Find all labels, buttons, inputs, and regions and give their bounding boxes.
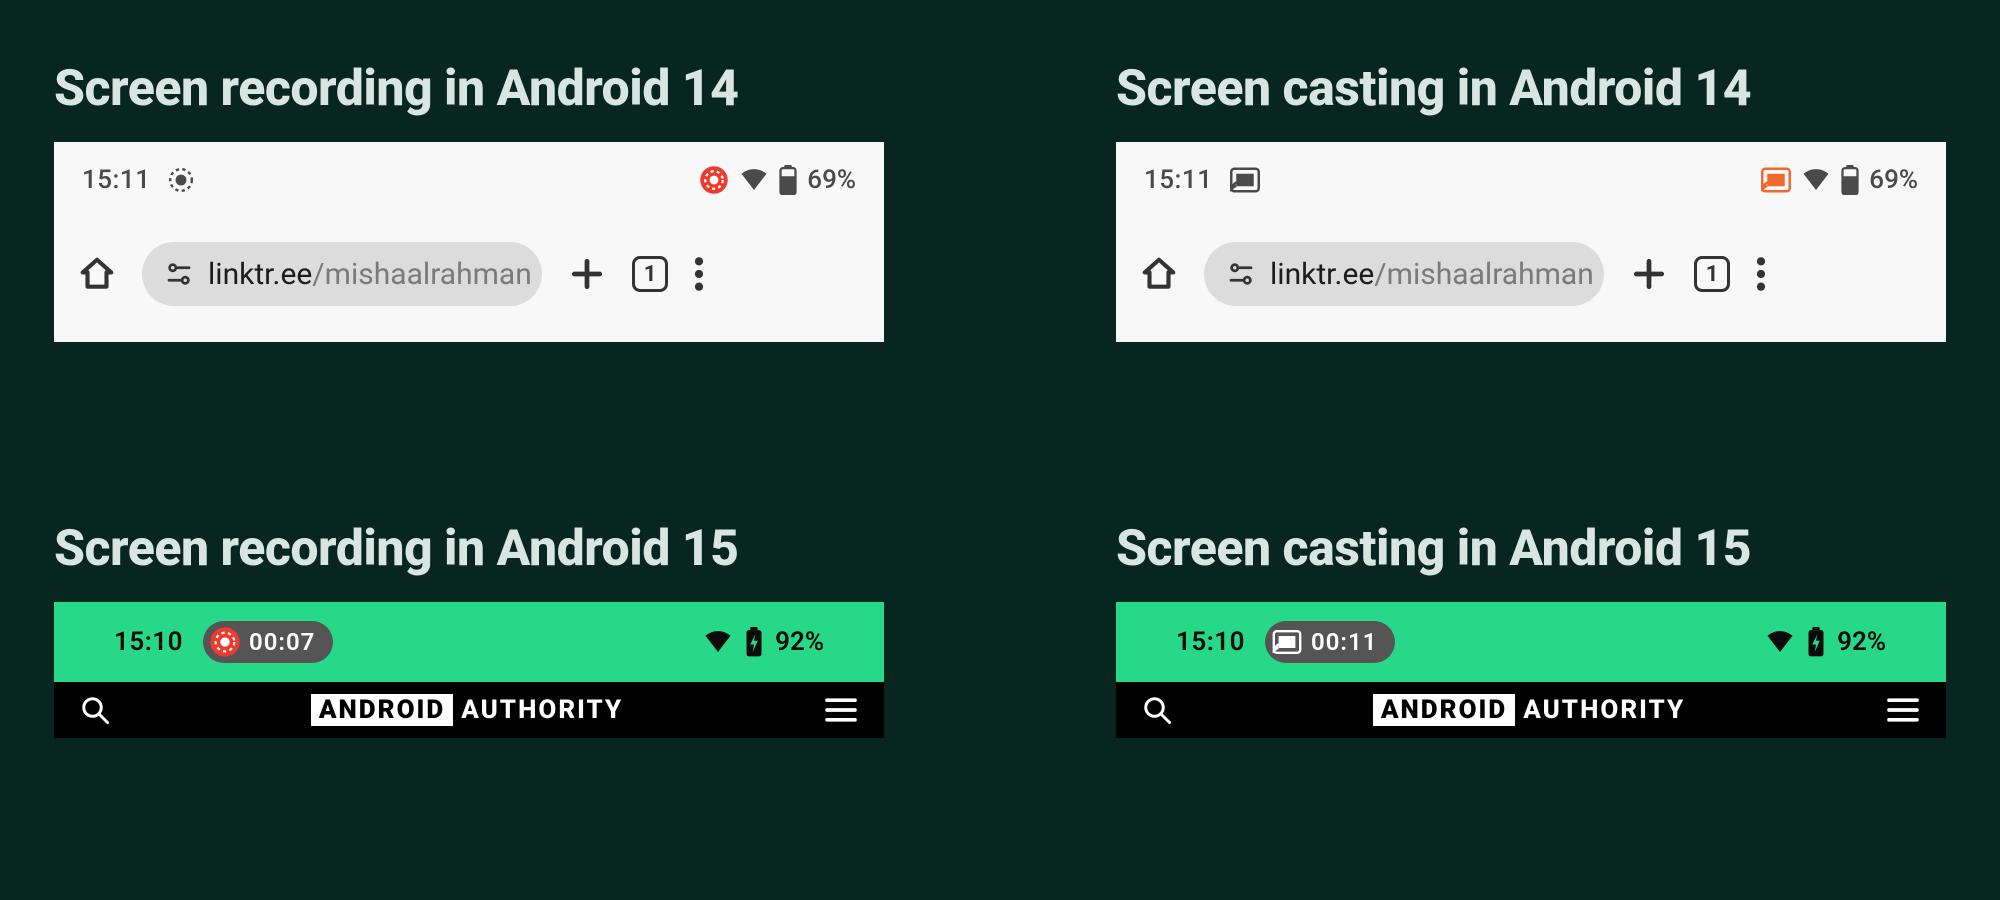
status-time: 15:11: [82, 165, 150, 195]
page-settings-icon: [164, 259, 194, 289]
home-icon[interactable]: [78, 255, 116, 293]
wifi-icon: [739, 165, 769, 195]
home-icon[interactable]: [1140, 255, 1178, 293]
a14-screenshot: 15:11 69%: [54, 142, 884, 342]
status-time: 15:10: [114, 627, 183, 657]
page-settings-icon: [1226, 259, 1256, 289]
new-tab-icon[interactable]: [568, 255, 606, 293]
record-icon: [209, 626, 241, 658]
wifi-icon: [1801, 165, 1831, 195]
status-time: 15:10: [1176, 627, 1245, 657]
more-icon[interactable]: [1756, 255, 1766, 293]
chip-timer: 00:07: [249, 628, 315, 656]
wifi-icon: [703, 627, 733, 657]
status-bar: 15:11 69%: [54, 160, 884, 200]
status-bar: 15:10 00:11 92%: [1116, 602, 1946, 682]
browser-toolbar: linktr.ee/mishaalrahman 1: [54, 232, 884, 316]
status-bar: 15:11 69%: [1116, 160, 1946, 200]
url-text: linktr.ee/mishaalrahman: [1270, 257, 1594, 292]
record-badge-icon: [699, 165, 729, 195]
hamburger-icon[interactable]: [1886, 696, 1920, 724]
search-icon[interactable]: [1142, 695, 1172, 725]
tab-switcher[interactable]: 1: [632, 256, 668, 292]
battery-icon: [1841, 165, 1859, 195]
more-icon[interactable]: [694, 255, 704, 293]
panel-heading: Screen recording in Android 14: [54, 60, 884, 118]
status-time: 15:11: [1144, 165, 1212, 195]
url-bar[interactable]: linktr.ee/mishaalrahman: [142, 242, 542, 306]
wifi-icon: [1765, 627, 1795, 657]
app-header-bar: ANDROID AUTHORITY: [54, 682, 884, 738]
hamburger-icon[interactable]: [824, 696, 858, 724]
url-text: linktr.ee/mishaalrahman: [208, 257, 532, 292]
battery-icon: [1807, 627, 1825, 657]
panel-heading: Screen casting in Android 14: [1116, 60, 1946, 118]
a15-screenshot: 15:10 00:07 92%: [54, 602, 884, 732]
logo-box-text: ANDROID: [311, 694, 453, 726]
tab-switcher[interactable]: 1: [1694, 256, 1730, 292]
logo-rest-text: AUTHORITY: [461, 695, 623, 725]
panel-heading: Screen recording in Android 15: [54, 520, 884, 578]
search-icon[interactable]: [80, 695, 110, 725]
a14-screenshot: 15:11 69%: [1116, 142, 1946, 342]
battery-percent: 69%: [807, 165, 856, 195]
record-icon: [168, 167, 194, 193]
panel-heading: Screen casting in Android 15: [1116, 520, 1946, 578]
panel-casting-a14: Screen casting in Android 14 15:11 69%: [1116, 60, 1946, 342]
cast-badge-icon: [1761, 167, 1791, 193]
browser-toolbar: linktr.ee/mishaalrahman 1: [1116, 232, 1946, 316]
a15-screenshot: 15:10 00:11 92%: [1116, 602, 1946, 732]
battery-percent: 92%: [1837, 627, 1886, 657]
panel-recording-a15: Screen recording in Android 15 15:10 00:…: [54, 520, 884, 732]
battery-icon: [779, 165, 797, 195]
new-tab-icon[interactable]: [1630, 255, 1668, 293]
site-logo[interactable]: ANDROID AUTHORITY: [311, 694, 623, 726]
battery-percent: 69%: [1869, 165, 1918, 195]
panel-recording-a14: Screen recording in Android 14 15:11 69%: [54, 60, 884, 342]
app-header-bar: ANDROID AUTHORITY: [1116, 682, 1946, 738]
cast-icon: [1271, 626, 1303, 658]
panel-casting-a15: Screen casting in Android 15 15:10 00:11…: [1116, 520, 1946, 732]
logo-box-text: ANDROID: [1373, 694, 1515, 726]
status-bar: 15:10 00:07 92%: [54, 602, 884, 682]
chip-timer: 00:11: [1311, 628, 1377, 656]
cast-icon: [1230, 167, 1260, 193]
url-bar[interactable]: linktr.ee/mishaalrahman: [1204, 242, 1604, 306]
logo-rest-text: AUTHORITY: [1523, 695, 1685, 725]
battery-percent: 92%: [775, 627, 824, 657]
site-logo[interactable]: ANDROID AUTHORITY: [1373, 694, 1685, 726]
recording-chip[interactable]: 00:07: [203, 621, 333, 663]
casting-chip[interactable]: 00:11: [1265, 621, 1395, 663]
battery-icon: [745, 627, 763, 657]
